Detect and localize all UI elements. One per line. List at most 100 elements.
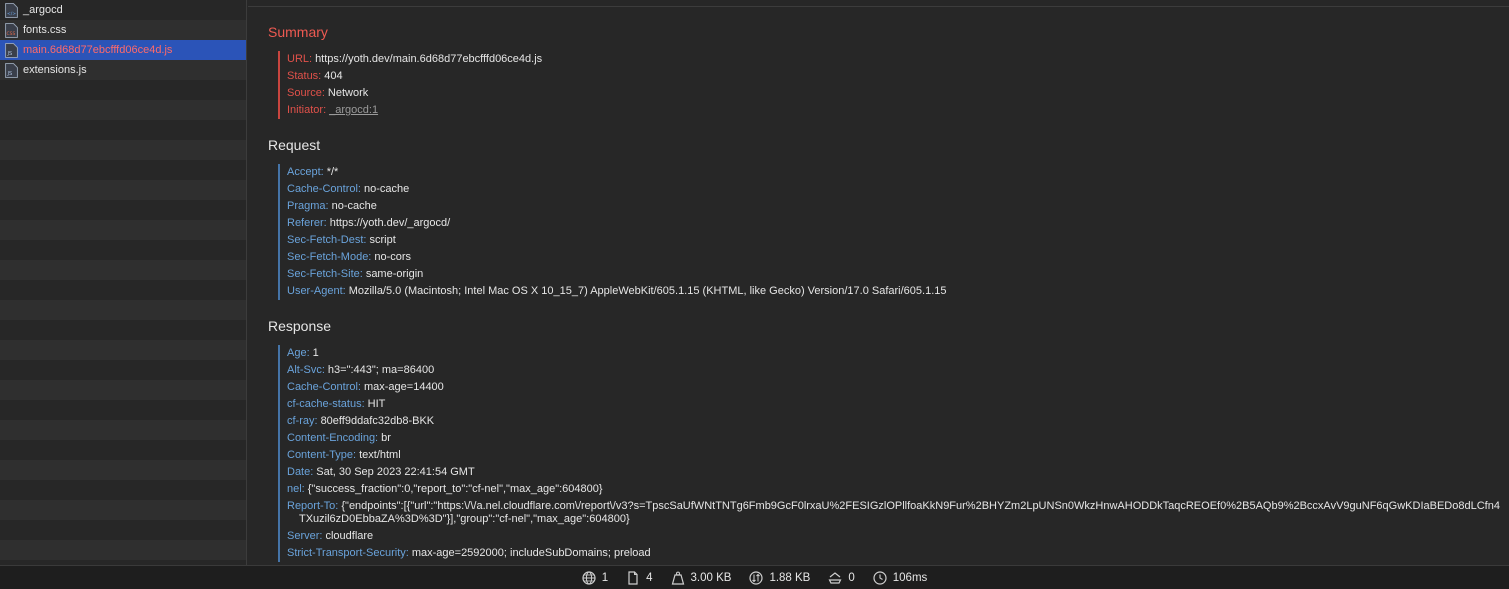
request-header-key: Sec-Fetch-Dest: xyxy=(287,234,367,246)
request-header-value: no-cache xyxy=(363,183,410,195)
response-header-row: Alt-Svc: h3=":443"; ma=86400 xyxy=(287,362,1501,379)
summary-block: URL: https://yoth.dev/main.6d68d77ebcfffd… xyxy=(278,51,1501,119)
svg-text:</>: </> xyxy=(7,11,16,17)
weight-icon xyxy=(671,571,684,585)
resource-size-stat: 3.00 KB xyxy=(671,571,732,585)
request-header-row: Sec-Fetch-Site: same-origin xyxy=(287,266,1501,283)
response-header-key: Date: xyxy=(287,466,314,478)
response-header-key: nel: xyxy=(287,483,305,495)
summary-title: Summary xyxy=(268,24,328,40)
response-header-row: cf-cache-status: HIT xyxy=(287,396,1501,413)
summary-initiator-key: Initiator: xyxy=(287,104,327,116)
request-header-value: Mozilla/5.0 (Macintosh; Intel Mac OS X 1… xyxy=(348,285,947,297)
summary-source-value: Network xyxy=(327,87,369,99)
response-header-key: Report-To: xyxy=(287,500,339,512)
request-header-key: Accept: xyxy=(287,166,324,178)
response-header-value: {"endpoints":[{"url":"https:\/\/a.nel.cl… xyxy=(299,500,1500,525)
file-list-item[interactable]: JS main.6d68d77ebcfffd06ce4d.js xyxy=(0,40,247,60)
svg-text:JS: JS xyxy=(7,51,13,57)
request-header-row: User-Agent: Mozilla/5.0 (Macintosh; Intel… xyxy=(287,283,1501,300)
svg-text:JS: JS xyxy=(7,71,13,77)
cached-count-stat: 0 xyxy=(828,571,855,585)
response-header-key: Strict-Transport-Security: xyxy=(287,547,409,559)
response-header-row: Content-Type: text/html xyxy=(287,447,1501,464)
clock-icon xyxy=(873,570,887,585)
network-statusbar: 1 4 3.00 KB 1.88 KB 0 106ms xyxy=(0,565,1509,589)
response-header-value: HIT xyxy=(367,398,386,410)
summary-url-row: URL: https://yoth.dev/main.6d68d77ebcfffd… xyxy=(287,51,1501,68)
response-header-row: Cache-Control: max-age=14400 xyxy=(287,379,1501,396)
resource-size: 3.00 KB xyxy=(690,571,732,584)
request-header-row: Sec-Fetch-Mode: no-cors xyxy=(287,249,1501,266)
summary-status-row: Status: 404 xyxy=(287,68,1501,85)
documents-count: 4 xyxy=(646,571,653,584)
js-document-icon: JS xyxy=(5,62,18,78)
response-header-value: 1 xyxy=(312,347,319,359)
response-header-value: cloudflare xyxy=(325,530,374,542)
response-header-key: cf-ray: xyxy=(287,415,318,427)
summary-source-row: Source: Network xyxy=(287,85,1501,102)
resource-detail-pane: Summary URL: https://yoth.dev/main.6d68d7… xyxy=(248,0,1509,565)
resources-count: 1 xyxy=(601,571,609,584)
response-header-row: Date: Sat, 30 Sep 2023 22:41:54 GMT xyxy=(287,464,1501,481)
request-header-value: no-cache xyxy=(331,200,377,212)
file-list-item[interactable]: JS extensions.js xyxy=(0,60,247,80)
response-header-key: Cache-Control: xyxy=(287,381,361,393)
request-header-row: Pragma: no-cache xyxy=(287,198,1501,215)
file-name: extensions.js xyxy=(23,64,87,76)
response-header-value: {"success_fraction":0,"report_to":"cf-ne… xyxy=(307,483,603,495)
request-headers-block: Accept: */* Cache-Control: no-cache Pragma: n… xyxy=(278,164,1501,300)
response-header-key: Alt-Svc: xyxy=(287,364,325,376)
response-header-key: Content-Type: xyxy=(287,449,357,461)
transferred-size: 1.88 KB xyxy=(769,571,811,584)
response-header-row: cf-ray: 80eff9ddafc32db8-BKK xyxy=(287,413,1501,430)
response-header-value: text/html xyxy=(359,449,401,461)
request-header-value: https://yoth.dev/_argocd/ xyxy=(329,217,451,229)
resources-count-stat: 1 xyxy=(582,570,609,585)
summary-url-key: URL: xyxy=(287,53,313,65)
globe-icon xyxy=(582,570,596,585)
response-title: Response xyxy=(268,318,332,334)
transferred-size-stat: 1.88 KB xyxy=(749,570,811,585)
response-header-value: Sat, 30 Sep 2023 22:41:54 GMT xyxy=(316,466,475,478)
request-header-key: Cache-Control: xyxy=(287,183,361,195)
response-header-value: br xyxy=(381,432,391,444)
file-list-item[interactable]: CSS fonts.css xyxy=(0,20,247,40)
summary-initiator-row: Initiator: _argocd:1 xyxy=(287,102,1501,119)
request-header-key: Sec-Fetch-Site: xyxy=(287,268,363,280)
response-header-value: h3=":443"; ma=86400 xyxy=(327,364,435,376)
file-list: </> _argocd CSS fonts.css JS main.6d68d77ebcf… xyxy=(0,0,247,80)
response-header-row: Age: 1 xyxy=(287,345,1501,362)
file-list-item[interactable]: </> _argocd xyxy=(0,0,247,20)
sidebar-divider xyxy=(246,0,247,565)
transfer-icon xyxy=(749,570,764,585)
request-header-row: Sec-Fetch-Dest: script xyxy=(287,232,1501,249)
request-header-row: Cache-Control: no-cache xyxy=(287,181,1501,198)
request-header-value: */* xyxy=(326,166,339,178)
summary-status-key: Status: xyxy=(287,70,322,82)
response-header-key: cf-cache-status: xyxy=(287,398,365,410)
response-header-key: Age: xyxy=(287,347,310,359)
file-name: main.6d68d77ebcfffd06ce4d.js xyxy=(23,44,173,56)
request-header-value: no-cors xyxy=(374,251,412,263)
summary-url-value[interactable]: https://yoth.dev/main.6d68d77ebcfffd06ce… xyxy=(315,53,542,65)
response-headers-block: Age: 1 Alt-Svc: h3=":443"; ma=86400 Cache-Co… xyxy=(278,345,1501,562)
summary-status-value: 404 xyxy=(324,70,343,82)
response-header-value: 80eff9ddafc32db8-BKK xyxy=(320,415,435,427)
initiator-link[interactable]: _argocd:1 xyxy=(329,104,378,116)
summary-source-key: Source: xyxy=(287,87,325,99)
response-header-row: Content-Encoding: br xyxy=(287,430,1501,447)
html-document-icon: </> xyxy=(5,2,18,18)
response-header-value: max-age=2592000; includeSubDomains; prel… xyxy=(411,547,651,559)
request-header-value: script xyxy=(369,234,396,246)
request-header-key: Pragma: xyxy=(287,200,329,212)
request-header-row: Referer: https://yoth.dev/_argocd/ xyxy=(287,215,1501,232)
detail-top-divider xyxy=(248,6,1509,7)
response-header-row: nel: {"success_fraction":0,"report_to":"c… xyxy=(287,481,1501,498)
request-header-key: User-Agent: xyxy=(287,285,346,297)
cache-icon xyxy=(828,571,842,584)
response-header-value: max-age=14400 xyxy=(363,381,444,393)
load-time: 106ms xyxy=(892,571,928,584)
file-name: _argocd xyxy=(23,4,63,16)
response-header-row: Strict-Transport-Security: max-age=259200… xyxy=(287,545,1501,562)
